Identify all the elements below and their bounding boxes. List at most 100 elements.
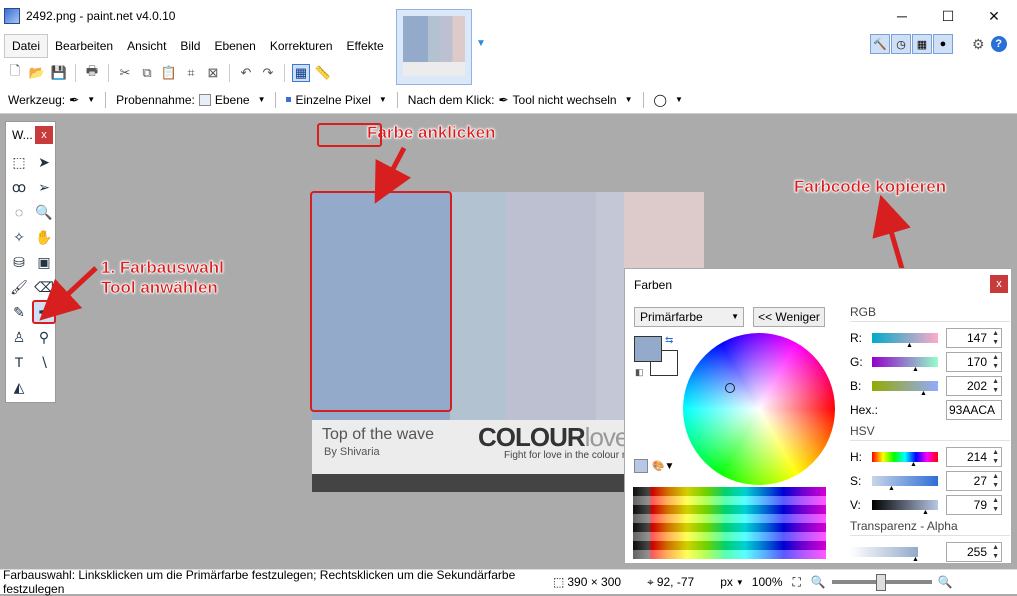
zoom-in-icon[interactable]: 🔍 xyxy=(938,575,953,589)
line-curve-icon[interactable]: ∖ xyxy=(32,350,56,374)
hex-input[interactable]: 93AACA xyxy=(946,400,1002,420)
menu-bild[interactable]: Bild xyxy=(173,35,207,57)
gear-icon[interactable]: ⚙ xyxy=(972,36,985,53)
tools-close-button[interactable]: x xyxy=(35,126,53,144)
color-strip-4[interactable] xyxy=(596,192,624,420)
color-picker-tool-icon[interactable]: ✒ xyxy=(69,93,79,107)
open-folder-icon[interactable]: 📂 xyxy=(28,64,46,82)
alpha-value-input[interactable]: 255 ▲ ▼ xyxy=(946,542,1002,562)
shapes-icon[interactable]: ◭ xyxy=(7,375,31,399)
menu-datei[interactable]: Datei xyxy=(4,34,49,58)
g-slider[interactable]: ▲ xyxy=(872,357,938,373)
menu-korrekturen[interactable]: Korrekturen xyxy=(263,35,340,57)
slider-thumb[interactable]: ▲ xyxy=(920,390,927,397)
spinner-icon[interactable]: ▲ ▼ xyxy=(992,496,999,514)
crop-icon[interactable]: ⌗ xyxy=(182,64,200,82)
r-value-input[interactable]: 147 ▲ ▼ xyxy=(946,328,1002,348)
slider-thumb[interactable]: ▲ xyxy=(912,366,919,373)
primary-color-select[interactable]: Primärfarbe ▼ xyxy=(634,307,744,327)
b-value-input[interactable]: 202 ▲ ▼ xyxy=(946,376,1002,396)
color-strip-3[interactable] xyxy=(506,192,596,420)
colors-window-icon[interactable]: ● xyxy=(933,34,953,54)
antialias-icon[interactable]: ◯ xyxy=(654,93,667,107)
cut-icon[interactable]: ✂ xyxy=(116,64,134,82)
chevron-down-icon[interactable]: ▼ xyxy=(625,95,633,104)
chevron-down-icon[interactable]: ▼ xyxy=(258,95,266,104)
color-picker-icon[interactable]: ✒ xyxy=(32,300,56,324)
ellipse-select-icon[interactable]: ◌ xyxy=(7,200,31,224)
h-slider[interactable]: ▲ xyxy=(872,452,938,468)
recolor-icon[interactable]: ⚲ xyxy=(32,325,56,349)
image-thumbnail-tab[interactable] xyxy=(396,9,472,85)
new-file-icon[interactable]: 🗋 xyxy=(6,63,24,82)
slider-thumb[interactable]: ▲ xyxy=(910,461,917,468)
slider-thumb[interactable]: ▲ xyxy=(912,556,919,563)
maximize-button[interactable]: ☐ xyxy=(925,0,971,32)
v-value-input[interactable]: 79 ▲ ▼ xyxy=(946,495,1002,515)
rectangle-select-icon[interactable]: ⬚ xyxy=(7,150,31,174)
probennahme-select[interactable]: Ebene xyxy=(215,93,250,107)
undo-icon[interactable]: ↶ xyxy=(237,64,255,82)
text-icon[interactable]: T xyxy=(7,350,31,374)
less-button[interactable]: << Weniger xyxy=(753,307,825,327)
paste-icon[interactable]: 📋 xyxy=(160,64,178,82)
copy-icon[interactable]: ⧉ xyxy=(138,64,156,82)
layers-window-icon[interactable]: ▦ xyxy=(912,34,932,54)
alpha-slider[interactable]: ▲ xyxy=(850,547,919,563)
g-value-input[interactable]: 170 ▲ ▼ xyxy=(946,352,1002,372)
primary-color-swatch[interactable] xyxy=(634,336,662,362)
menu-ebenen[interactable]: Ebenen xyxy=(207,35,262,57)
color-wheel-cursor[interactable] xyxy=(725,383,735,393)
pan-hand-icon[interactable]: ✋ xyxy=(32,225,56,249)
paintbrush-icon[interactable]: 🖌 xyxy=(7,275,31,299)
spinner-icon[interactable]: ▲ ▼ xyxy=(992,543,999,561)
palette-menu-icon[interactable]: 🎨▼ xyxy=(652,461,674,472)
menu-bearbeiten[interactable]: Bearbeiten xyxy=(48,35,120,57)
chevron-down-icon[interactable]: ▼ xyxy=(87,95,95,104)
menu-ansicht[interactable]: Ansicht xyxy=(120,35,173,57)
nach-klick-select[interactable]: Tool nicht wechseln xyxy=(513,93,617,107)
colors-close-button[interactable]: x xyxy=(990,275,1008,293)
tools-window-icon[interactable]: 🔨 xyxy=(870,34,890,54)
clone-stamp-icon[interactable]: ♙ xyxy=(7,325,31,349)
ruler-icon[interactable]: 📏 xyxy=(314,64,332,82)
close-button[interactable]: ✕ xyxy=(971,0,1017,32)
zoom-out-icon[interactable]: 🔍 xyxy=(811,575,826,589)
tab-list-arrow-icon[interactable]: ▼ xyxy=(476,38,486,49)
minimize-button[interactable]: ─ xyxy=(879,0,925,32)
zoom-slider[interactable] xyxy=(831,574,932,591)
help-icon[interactable]: ? xyxy=(990,36,1007,52)
spinner-icon[interactable]: ▲ ▼ xyxy=(992,472,999,490)
move-selection-icon[interactable]: ➤ xyxy=(32,150,56,174)
b-slider[interactable]: ▲ xyxy=(872,381,938,397)
print-icon[interactable]: 🖶 xyxy=(83,63,101,82)
chevron-down-icon[interactable]: ▼ xyxy=(675,95,683,104)
swap-colors-icon[interactable]: ⇆ xyxy=(665,335,673,346)
spinner-icon[interactable]: ▲ ▼ xyxy=(992,377,999,395)
move-selected-icon[interactable]: ➢ xyxy=(32,175,56,199)
h-value-input[interactable]: 214 ▲ ▼ xyxy=(946,447,1002,467)
unit-select[interactable]: px ▼ xyxy=(720,575,744,589)
history-window-icon[interactable]: ◷ xyxy=(891,34,911,54)
r-slider[interactable]: ▲ xyxy=(872,333,938,349)
redo-icon[interactable]: ↷ xyxy=(259,64,277,82)
menu-effekte[interactable]: Effekte xyxy=(340,35,391,57)
slider-thumb[interactable]: ▲ xyxy=(906,342,913,349)
paint-bucket-icon[interactable]: ⛁ xyxy=(7,250,31,274)
eraser-icon[interactable]: ⌫ xyxy=(32,275,56,299)
v-slider[interactable]: ▲ xyxy=(872,500,938,516)
zoom-value[interactable]: 100% xyxy=(752,575,783,589)
s-value-input[interactable]: 27 ▲ ▼ xyxy=(946,471,1002,491)
s-slider[interactable]: ▲ xyxy=(872,476,938,492)
chevron-down-icon[interactable]: ▼ xyxy=(379,95,387,104)
magic-wand-icon[interactable]: ✧ xyxy=(7,225,31,249)
spinner-icon[interactable]: ▲ ▼ xyxy=(992,448,999,466)
add-to-palette-icon[interactable] xyxy=(634,459,648,473)
color-palette[interactable] xyxy=(633,487,826,559)
zoom-icon[interactable]: 🔍 xyxy=(32,200,56,224)
reset-colors-icon[interactable]: ◧ xyxy=(635,367,644,378)
lasso-select-icon[interactable]: ꝏ xyxy=(7,175,31,199)
save-icon[interactable]: 💾 xyxy=(50,64,68,82)
spinner-icon[interactable]: ▲ ▼ xyxy=(992,329,999,347)
gradient-icon[interactable]: ▣ xyxy=(32,250,56,274)
